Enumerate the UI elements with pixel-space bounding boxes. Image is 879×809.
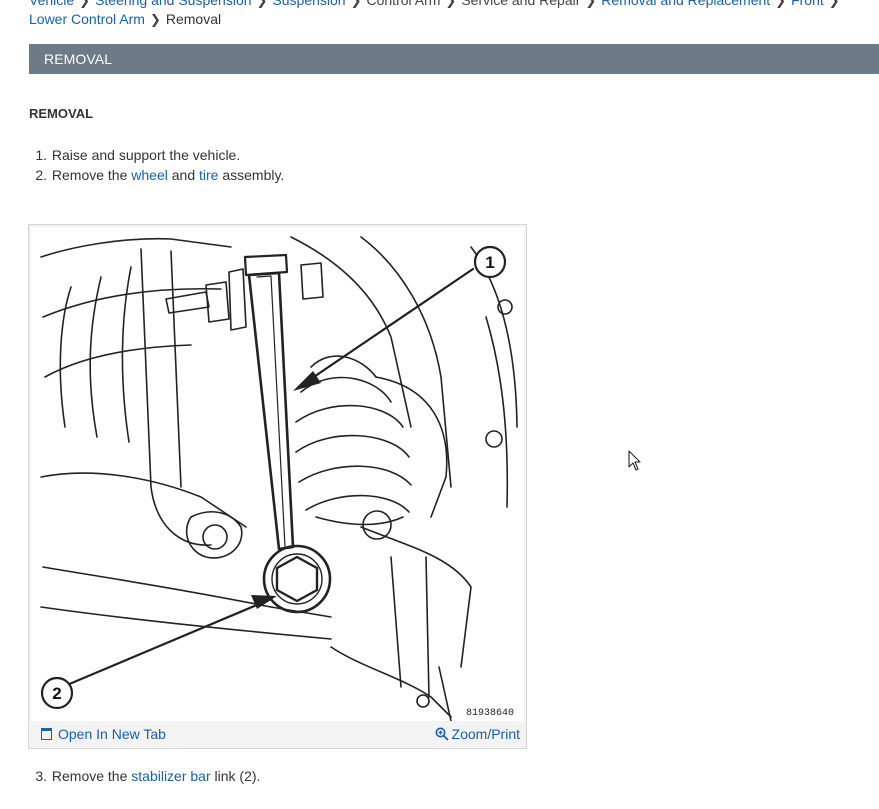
banner-title: REMOVAL [44, 51, 113, 67]
breadcrumb-link-lower-control-arm[interactable]: Lower Control Arm [29, 11, 145, 27]
breadcrumb-item[interactable]: Removal and Replacement [601, 0, 770, 8]
step-text: Remove the [51, 167, 132, 183]
step-link[interactable]: tire [199, 167, 218, 183]
chevron-right-icon: ❯ [149, 12, 161, 27]
step-link[interactable]: stabilizer bar [131, 768, 210, 784]
procedure-steps: 3. Remove the stabilizer bar link (2). [29, 766, 260, 786]
breadcrumb-item[interactable]: Steering and Suspension [95, 0, 251, 8]
breadcrumb-item[interactable]: Front [791, 0, 824, 8]
breadcrumb: Vehicle ❯ Steering and Suspension ❯ Suspensi… [29, 0, 879, 34]
chevron-right-icon: ❯ [350, 0, 362, 8]
figure-id: 81938640 [463, 708, 516, 719]
section-heading: REMOVAL [29, 106, 94, 121]
section-banner: REMOVAL [29, 44, 879, 74]
zoom-print-link[interactable]: Zoom/Print [435, 726, 520, 742]
chevron-right-icon: ❯ [445, 0, 457, 8]
chevron-right-icon: ❯ [256, 0, 268, 8]
step-number: 2. [35, 167, 47, 183]
chevron-right-icon: ❯ [79, 0, 91, 8]
figure-illustration[interactable]: 1 2 81938640 [31, 227, 524, 721]
procedure-steps: 1. Raise and support the vehicle. 2. Remo… [29, 145, 284, 185]
zoom-in-icon [435, 727, 449, 741]
open-in-new-tab-link[interactable]: Open In New Tab [41, 726, 166, 742]
step-item: 2. Remove the wheel and tire assembly. [29, 165, 284, 185]
step-number: 3. [35, 768, 47, 784]
breadcrumb-item: Service and Repair [461, 0, 581, 8]
step-link[interactable]: wheel [131, 167, 168, 183]
callout-2-label: 2 [52, 684, 61, 703]
open-in-new-tab-label: Open In New Tab [58, 726, 166, 742]
stabilizer-link-illustration: 1 2 [40, 236, 518, 721]
chevron-right-icon: ❯ [585, 0, 597, 8]
figure-toolbar: Open In New Tab Zoom/Print [29, 722, 526, 748]
step-item: 3. Remove the stabilizer bar link (2). [29, 766, 260, 786]
breadcrumb-row: Vehicle ❯ Steering and Suspension ❯ Suspensi… [29, 0, 845, 10]
open-tab-icon [41, 728, 52, 740]
figure: 1 2 81938640 Open In New Tab Zoom/Print [28, 224, 527, 749]
step-number: 1. [35, 147, 47, 163]
step-item: 1. Raise and support the vehicle. [29, 145, 284, 165]
chevron-right-icon: ❯ [828, 0, 840, 8]
step-text: Remove the [51, 768, 132, 784]
chevron-right-icon: ❯ [775, 0, 787, 8]
breadcrumb-current: Removal [165, 11, 222, 27]
breadcrumb-row: Lower Control Arm ❯ Removal [29, 10, 221, 29]
step-text: and [167, 167, 199, 183]
step-text: link (2). [210, 768, 261, 784]
breadcrumb-item[interactable]: Suspension [272, 0, 345, 8]
step-text: Raise and support the vehicle. [51, 147, 241, 163]
breadcrumb-item[interactable]: Vehicle [29, 0, 74, 8]
callout-1-label: 1 [485, 253, 494, 272]
step-text: assembly. [218, 167, 285, 183]
zoom-print-label: Zoom/Print [451, 726, 520, 742]
mouse-cursor-icon [628, 450, 641, 471]
breadcrumb-item: Control Arm [366, 0, 441, 8]
